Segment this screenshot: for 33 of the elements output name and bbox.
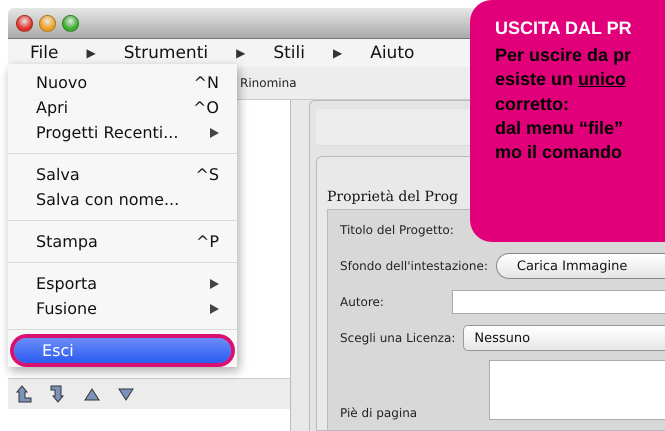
menu-title[interactable]: Strumenti [124, 43, 208, 63]
field-label: Autore: [340, 295, 384, 309]
minimize-button[interactable] [39, 14, 56, 32]
load-image-button[interactable]: Carica Immagine [496, 253, 665, 279]
field-label: Titolo del Progetto: [340, 223, 454, 237]
field-label: Piè di pagina [340, 406, 418, 420]
menu-arrow: ▶ [332, 46, 342, 60]
callout-text: Per uscire da pr esiste un unico corretto: dal menu “file” mo il comando [495, 44, 632, 164]
menu-item[interactable]: Fusione [8, 296, 237, 321]
menu-item[interactable]: Nuovo ^N [8, 70, 237, 95]
field-label: Scegli una Licenza: [340, 331, 456, 345]
menu-item[interactable]: Salva ^S [8, 162, 237, 187]
menu-item[interactable]: Esporta [8, 271, 237, 296]
curved-down-arrow-icon[interactable] [50, 385, 66, 403]
toolbar-button[interactable]: Rinomina [236, 76, 301, 90]
menu-item[interactable]: Salva con nome... [8, 187, 237, 212]
menu-title[interactable]: File [30, 43, 58, 63]
menu-arrow: ▶ [86, 46, 96, 60]
field-label: Sfondo dell'intestazione: [340, 259, 488, 273]
author-input[interactable] [452, 290, 665, 314]
menu-item[interactable]: Progetti Recenti... [8, 120, 237, 145]
menu-item[interactable]: Apri ^O [8, 95, 237, 120]
menu-item[interactable]: Stampa ^P [8, 229, 237, 254]
menu-title[interactable]: Stili [273, 43, 305, 63]
license-select[interactable]: Nessuno [463, 325, 665, 351]
curved-up-arrow-icon[interactable] [16, 385, 32, 403]
menu-title[interactable]: Aiuto [370, 43, 414, 63]
close-button[interactable] [16, 14, 33, 32]
callout-title: USCITA DAL PR [495, 18, 633, 39]
group-title: Proprietà del Prog [327, 189, 460, 205]
zoom-button[interactable] [62, 14, 79, 32]
menu-item[interactable]: Esci [14, 338, 231, 363]
menu-arrow: ▶ [236, 46, 246, 60]
